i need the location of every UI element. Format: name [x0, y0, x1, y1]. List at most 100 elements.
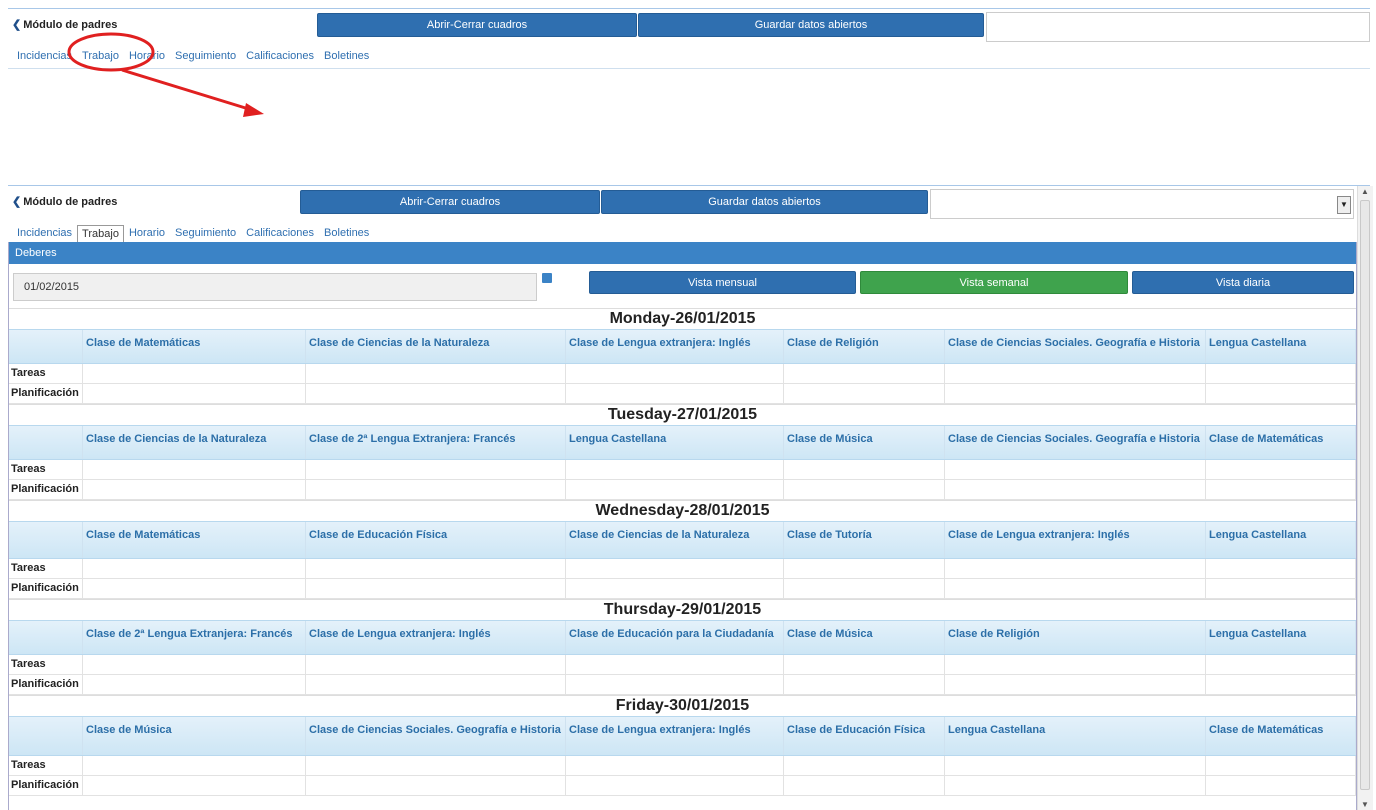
tab-trabajo[interactable]: Trabajo: [77, 48, 124, 64]
schedule-cell[interactable]: [1206, 655, 1356, 674]
toggle-boxes-button[interactable]: Abrir-Cerrar cuadros: [317, 13, 637, 37]
subject-header[interactable]: Clase de Religión: [945, 621, 1206, 654]
schedule-cell[interactable]: [306, 480, 566, 499]
subject-header[interactable]: Clase de Ciencias Sociales. Geografía e …: [945, 330, 1206, 363]
subject-header[interactable]: Clase de Ciencias Sociales. Geografía e …: [945, 426, 1206, 459]
subject-header[interactable]: Clase de Lengua extranjera: Inglés: [945, 522, 1206, 558]
subject-header[interactable]: Clase de Lengua extranjera: Inglés: [306, 621, 566, 654]
schedule-cell[interactable]: [83, 655, 306, 674]
schedule-cell[interactable]: [945, 756, 1206, 775]
tab-horario[interactable]: Horario: [124, 48, 170, 64]
student-select[interactable]: ▼: [930, 189, 1354, 219]
subject-header[interactable]: Clase de 2ª Lengua Extranjera: Francés: [306, 426, 566, 459]
schedule-cell[interactable]: [566, 480, 784, 499]
schedule-cell[interactable]: [83, 460, 306, 479]
schedule-cell[interactable]: [83, 480, 306, 499]
schedule-cell[interactable]: [83, 675, 306, 694]
tab-seguimiento[interactable]: Seguimiento: [170, 225, 241, 243]
subject-header[interactable]: Clase de Ciencias de la Naturaleza: [566, 522, 784, 558]
back-title[interactable]: ❮ Módulo de padres: [12, 18, 117, 31]
schedule-cell[interactable]: [945, 480, 1206, 499]
schedule-cell[interactable]: [306, 776, 566, 795]
subject-header[interactable]: Clase de Religión: [784, 330, 945, 363]
subject-header[interactable]: Clase de Matemáticas: [1206, 717, 1356, 755]
schedule-cell[interactable]: [784, 675, 945, 694]
schedule-cell[interactable]: [945, 579, 1206, 598]
schedule-cell[interactable]: [306, 655, 566, 674]
subject-header[interactable]: Lengua Castellana: [1206, 330, 1356, 363]
toggle-boxes-button[interactable]: Abrir-Cerrar cuadros: [300, 190, 600, 214]
dropdown-arrow-icon[interactable]: ▼: [1337, 196, 1351, 214]
schedule-cell[interactable]: [784, 460, 945, 479]
schedule-cell[interactable]: [1206, 675, 1356, 694]
tab-boletines[interactable]: Boletines: [319, 48, 374, 64]
subject-header[interactable]: Lengua Castellana: [1206, 522, 1356, 558]
schedule-cell[interactable]: [566, 559, 784, 578]
calendar-icon[interactable]: [542, 273, 552, 283]
save-open-data-button[interactable]: Guardar datos abiertos: [638, 13, 984, 37]
schedule-cell[interactable]: [566, 776, 784, 795]
schedule-cell[interactable]: [1206, 559, 1356, 578]
tab-trabajo[interactable]: Trabajo: [77, 225, 124, 243]
schedule-cell[interactable]: [566, 675, 784, 694]
schedule-cell[interactable]: [566, 460, 784, 479]
scroll-up-icon[interactable]: ▲: [1361, 187, 1369, 196]
schedule-cell[interactable]: [784, 756, 945, 775]
vertical-scrollbar[interactable]: ▲ ▼: [1357, 186, 1373, 810]
daily-view-button[interactable]: Vista diaria: [1132, 271, 1354, 294]
subject-header[interactable]: Clase de Música: [784, 621, 945, 654]
schedule-cell[interactable]: [784, 384, 945, 403]
save-open-data-button[interactable]: Guardar datos abiertos: [601, 190, 928, 214]
schedule-cell[interactable]: [306, 460, 566, 479]
tab-calificaciones[interactable]: Calificaciones: [241, 225, 319, 243]
tab-incidencias[interactable]: Incidencias: [12, 225, 77, 243]
schedule-cell[interactable]: [784, 579, 945, 598]
subject-header[interactable]: Clase de Ciencias de la Naturaleza: [83, 426, 306, 459]
schedule-cell[interactable]: [306, 675, 566, 694]
schedule-cell[interactable]: [566, 364, 784, 383]
subject-header[interactable]: Clase de Ciencias de la Naturaleza: [306, 330, 566, 363]
tab-calificaciones[interactable]: Calificaciones: [241, 48, 319, 64]
subject-header[interactable]: Clase de Ciencias Sociales. Geografía e …: [306, 717, 566, 755]
schedule-cell[interactable]: [784, 364, 945, 383]
subject-header[interactable]: Clase de Música: [784, 426, 945, 459]
scroll-thumb[interactable]: [1360, 200, 1370, 790]
schedule-cell[interactable]: [1206, 480, 1356, 499]
subject-header[interactable]: Clase de Educación para la Ciudadanía: [566, 621, 784, 654]
student-select[interactable]: [986, 12, 1370, 42]
schedule-cell[interactable]: [784, 776, 945, 795]
schedule-cell[interactable]: [566, 655, 784, 674]
schedule-cell[interactable]: [83, 559, 306, 578]
weekly-view-button[interactable]: Vista semanal: [860, 271, 1128, 294]
subject-header[interactable]: Lengua Castellana: [1206, 621, 1356, 654]
schedule-cell[interactable]: [1206, 460, 1356, 479]
tab-boletines[interactable]: Boletines: [319, 225, 374, 243]
schedule-cell[interactable]: [83, 364, 306, 383]
schedule-cell[interactable]: [784, 655, 945, 674]
tab-horario[interactable]: Horario: [124, 225, 170, 243]
schedule-cell[interactable]: [566, 384, 784, 403]
schedule-cell[interactable]: [945, 384, 1206, 403]
back-title[interactable]: ❮ Módulo de padres: [12, 195, 117, 208]
subject-header[interactable]: Clase de Música: [83, 717, 306, 755]
schedule-cell[interactable]: [306, 364, 566, 383]
subject-header[interactable]: Clase de Lengua extranjera: Inglés: [566, 330, 784, 363]
schedule-cell[interactable]: [945, 776, 1206, 795]
subject-header[interactable]: Clase de Educación Física: [784, 717, 945, 755]
monthly-view-button[interactable]: Vista mensual: [589, 271, 856, 294]
schedule-cell[interactable]: [945, 460, 1206, 479]
schedule-cell[interactable]: [1206, 364, 1356, 383]
schedule-cell[interactable]: [945, 364, 1206, 383]
schedule-cell[interactable]: [83, 579, 306, 598]
subject-header[interactable]: Clase de Lengua extranjera: Inglés: [566, 717, 784, 755]
schedule-cell[interactable]: [1206, 384, 1356, 403]
schedule-cell[interactable]: [784, 480, 945, 499]
subject-header[interactable]: Clase de Matemáticas: [1206, 426, 1356, 459]
schedule-cell[interactable]: [306, 559, 566, 578]
schedule-cell[interactable]: [566, 579, 784, 598]
subject-header[interactable]: Lengua Castellana: [945, 717, 1206, 755]
subject-header[interactable]: Clase de 2ª Lengua Extranjera: Francés: [83, 621, 306, 654]
schedule-cell[interactable]: [83, 776, 306, 795]
schedule-cell[interactable]: [784, 559, 945, 578]
schedule-cell[interactable]: [306, 384, 566, 403]
